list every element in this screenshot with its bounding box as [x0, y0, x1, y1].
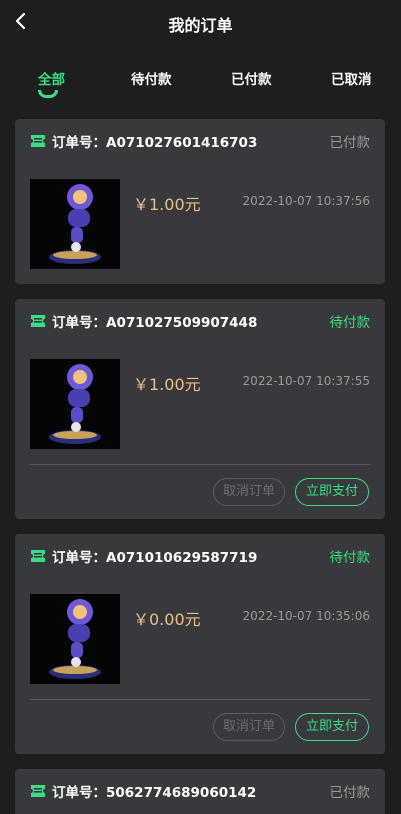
- order-header: 订单号：A071027509907448 待付款: [30, 311, 370, 331]
- order-price: ￥1.00元: [133, 375, 201, 394]
- tab-paid[interactable]: 已付款: [231, 68, 272, 88]
- tab-all[interactable]: 全部: [38, 68, 65, 88]
- order-number: 订单号：A071027509907448: [52, 315, 258, 331]
- cancel-order-button[interactable]: 取消订单: [213, 713, 285, 741]
- order-status: 已付款: [329, 785, 371, 801]
- tab-cancelled[interactable]: 已取消: [331, 68, 372, 88]
- order-card[interactable]: 订单号：A071027601416703 已付款 ￥1.00元 2022-10-…: [15, 119, 385, 284]
- order-price: ￥1.00元: [133, 195, 201, 214]
- order-date: 2022-10-07 10:35:06: [242, 609, 370, 623]
- order-number: 订单号：A071010629587719: [52, 550, 258, 566]
- ticket-icon: [31, 550, 45, 562]
- ticket-icon: [31, 135, 45, 147]
- order-card[interactable]: 订单号：5062774689060142 已付款: [15, 769, 385, 814]
- order-date: 2022-10-07 10:37:56: [242, 194, 370, 208]
- ticket-icon: [31, 315, 45, 327]
- order-tabs: 全部 待付款 已付款 已取消: [0, 44, 401, 100]
- tab-pending[interactable]: 待付款: [131, 68, 172, 88]
- order-header: 订单号：A071010629587719 待付款: [30, 546, 370, 566]
- header: 我的订单: [0, 0, 401, 44]
- pay-now-button[interactable]: 立即支付: [295, 713, 369, 741]
- order-status: 待付款: [329, 550, 371, 566]
- order-number: 订单号：A071027601416703: [52, 135, 258, 151]
- product-image: [30, 179, 120, 269]
- order-number: 订单号：5062774689060142: [52, 785, 257, 801]
- product-image: [30, 359, 120, 449]
- product-image: [30, 594, 120, 684]
- page-title: 我的订单: [168, 16, 233, 35]
- order-price: ￥0.00元: [133, 610, 201, 629]
- order-header: 订单号：5062774689060142 已付款: [30, 781, 370, 801]
- order-date: 2022-10-07 10:37:55: [242, 374, 370, 388]
- divider: [30, 464, 370, 465]
- order-status: 待付款: [329, 315, 371, 331]
- divider: [30, 699, 370, 700]
- order-card[interactable]: 订单号：A071027509907448 待付款 ￥1.00元 2022-10-…: [15, 299, 385, 519]
- ticket-icon: [31, 785, 45, 797]
- order-card[interactable]: 订单号：A071010629587719 待付款 ￥0.00元 2022-10-…: [15, 534, 385, 754]
- cancel-order-button[interactable]: 取消订单: [213, 478, 285, 506]
- pay-now-button[interactable]: 立即支付: [295, 478, 369, 506]
- order-status: 已付款: [329, 135, 371, 151]
- order-header: 订单号：A071027601416703 已付款: [30, 131, 370, 151]
